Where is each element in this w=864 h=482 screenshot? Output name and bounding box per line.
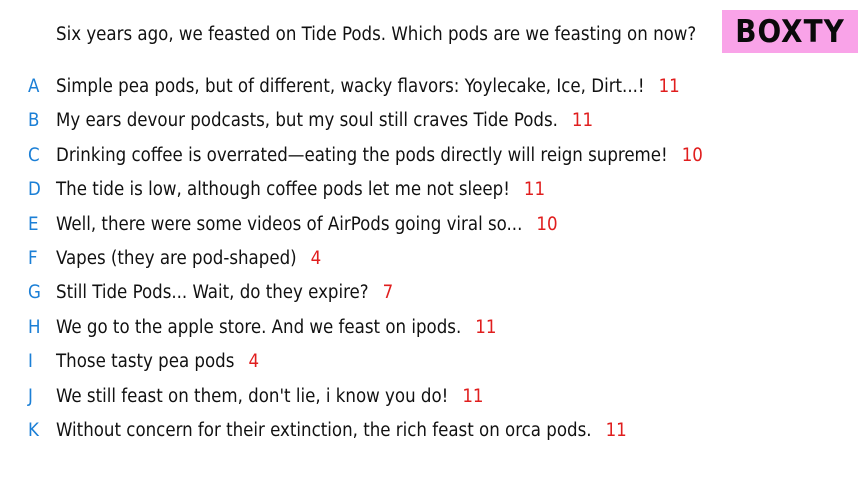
answer-letter: I [28, 351, 33, 373]
answer-letter: D [28, 179, 41, 201]
answer-letter: A [28, 76, 40, 97]
answer-row: K Without concern for their extinction, … [0, 418, 864, 452]
answer-letter: B [28, 110, 40, 132]
answer-row: H We go to the apple store. And we feast… [0, 315, 864, 349]
answer-score: 11 [475, 316, 497, 338]
boxty-badge: BOXTY [722, 10, 858, 53]
answer-text: Well, there were some videos of AirPods … [56, 213, 523, 235]
answer-letter: F [28, 247, 38, 269]
answer-score: 10 [536, 213, 558, 235]
answer-row: B My ears devour podcasts, but my soul s… [0, 108, 864, 142]
answer-row: C Drinking coffee is overrated—eating th… [0, 143, 864, 177]
answer-row: E Well, there were some videos of AirPod… [0, 212, 864, 246]
answer-row: J We still feast on them, don't lie, i k… [0, 384, 864, 418]
answer-letter: H [28, 316, 41, 338]
answer-letter: J [28, 385, 33, 407]
answer-text: Drinking coffee is overrated—eating the … [56, 144, 668, 166]
answer-score: 11 [571, 110, 594, 132]
answer-score: 4 [310, 247, 322, 269]
answer-letter: E [28, 213, 39, 235]
answer-letter: K [28, 419, 39, 441]
badge-label: BOXTY [735, 13, 845, 50]
answer-row: A Simple pea pods, but of different, wac… [0, 74, 864, 108]
answer-text: Without concern for their extinction, th… [56, 419, 592, 441]
answer-row: I Those tasty pea pods 4 [0, 349, 864, 383]
answer-text: We go to the apple store. And we feast o… [56, 316, 462, 338]
answer-row: F Vapes (they are pod-shaped) 4 [0, 246, 864, 280]
answer-text: We still feast on them, don't lie, i kno… [56, 385, 449, 407]
answer-letter: G [28, 282, 41, 304]
answer-score: 4 [248, 351, 260, 373]
answer-text: Vapes (they are pod-shaped) [56, 247, 297, 269]
answer-row: D The tide is low, although coffee pods … [0, 177, 864, 211]
answer-text: The tide is low, although coffee pods le… [56, 179, 510, 201]
answer-text: Still Tide Pods... Wait, do they expire? [56, 282, 369, 304]
answer-text: Simple pea pods, but of different, wacky… [56, 76, 645, 97]
question-text: Six years ago, we feasted on Tide Pods. … [56, 24, 697, 45]
answer-score: 11 [523, 179, 546, 201]
answer-text: Those tasty pea pods [56, 351, 235, 373]
answer-score: 11 [605, 419, 627, 441]
answer-letter: C [28, 144, 40, 166]
answer-text: My ears devour podcasts, but my soul sti… [56, 110, 558, 132]
answer-list: A Simple pea pods, but of different, wac… [0, 74, 864, 452]
answer-score: 7 [382, 282, 394, 304]
answer-score: 11 [462, 385, 484, 407]
answer-row: G Still Tide Pods... Wait, do they expir… [0, 280, 864, 314]
answer-score: 11 [658, 76, 680, 97]
answer-score: 10 [681, 144, 703, 166]
